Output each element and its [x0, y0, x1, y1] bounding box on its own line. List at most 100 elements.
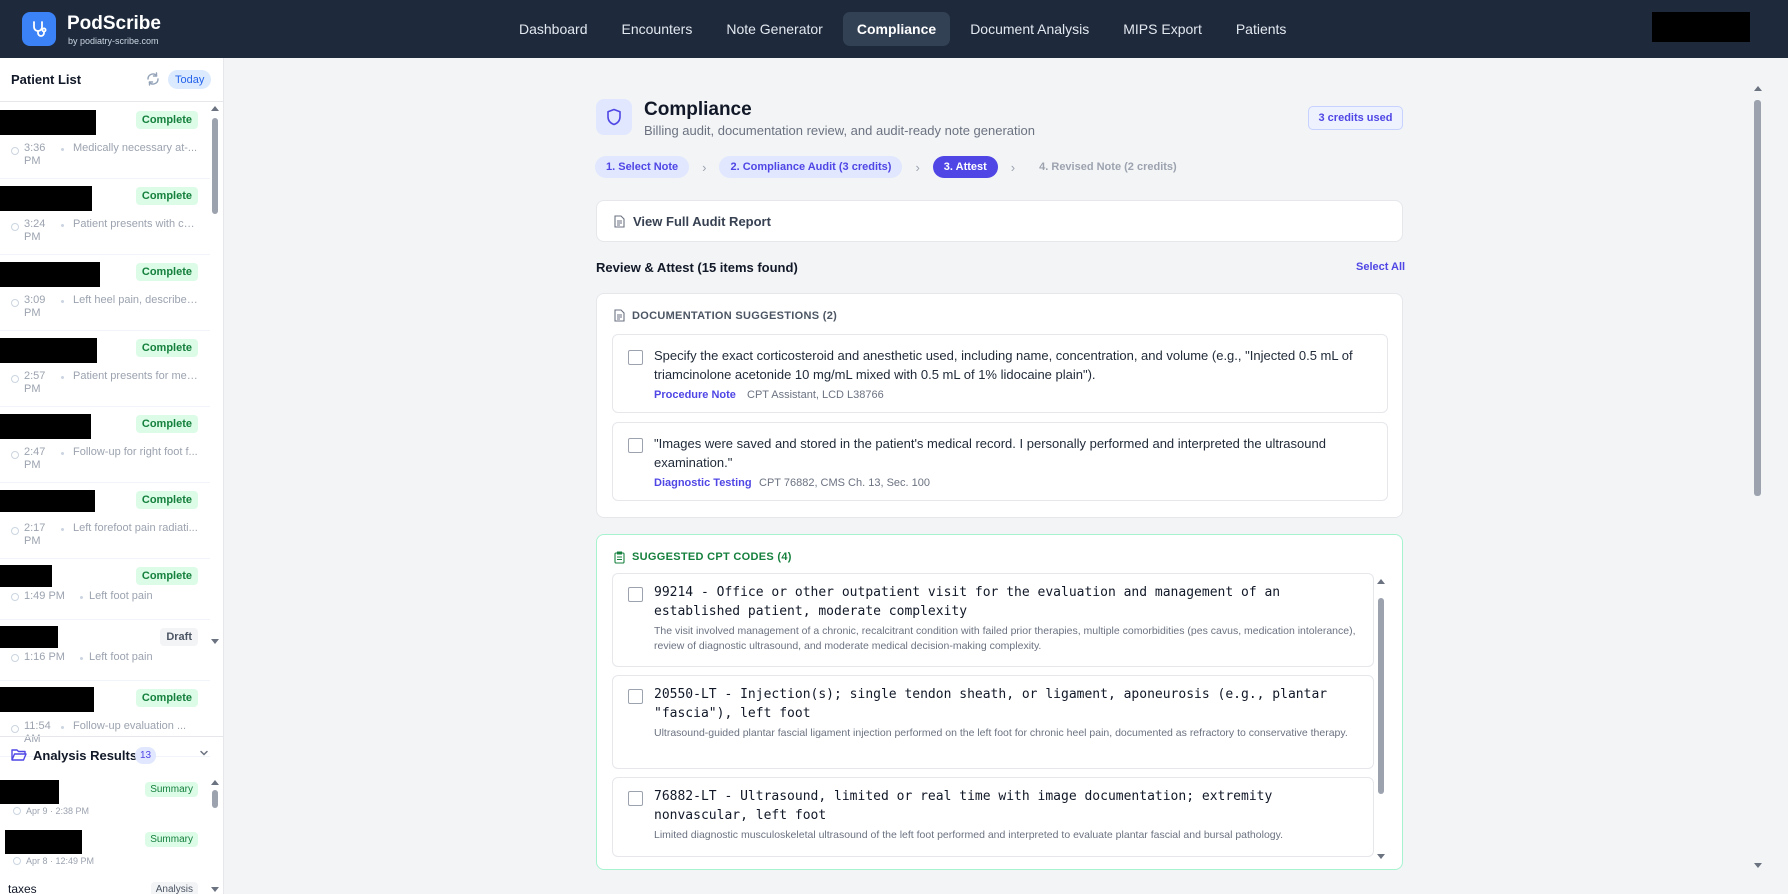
scrollbar-thumb[interactable] — [1754, 100, 1761, 496]
scroll-down-arrow-icon[interactable] — [211, 887, 219, 892]
nav-patients[interactable]: Patients — [1222, 12, 1301, 46]
patient-time: 2:57 PM — [24, 370, 46, 395]
brand-name[interactable]: PodScribe — [67, 13, 161, 35]
result-type-badge: Summary — [145, 832, 198, 847]
patient-summary: Left forefoot pain radiati... — [73, 522, 198, 534]
separator-dot — [61, 376, 64, 379]
suggestion-text: Specify the exact corticosteroid and ane… — [654, 348, 1353, 382]
separator-dot — [61, 148, 64, 151]
credits-used-badge: 3 credits used — [1308, 106, 1403, 130]
suggestion-checkbox[interactable] — [628, 438, 643, 453]
chevron-down-icon[interactable] — [198, 747, 210, 759]
suggestion-checkbox[interactable] — [628, 350, 643, 365]
step-select-note[interactable]: 1. Select Note — [595, 156, 690, 178]
user-menu-redacted[interactable] — [1652, 12, 1750, 42]
cpt-checkbox[interactable] — [628, 689, 643, 704]
cpt-code-title: 99214 - Office or other outpatient visit… — [654, 585, 1281, 619]
result-date: Apr 8 · 12:49 PM — [26, 856, 95, 866]
patient-list: Complete 3:36 PM Medically necessary at-… — [0, 103, 210, 791]
clock-icon — [13, 807, 21, 815]
cpt-checkbox[interactable] — [628, 791, 643, 806]
analysis-results-count: 13 — [135, 747, 157, 764]
patient-list-item[interactable]: Complete 1:49 PM Left foot pain — [0, 559, 210, 620]
step-chevron-icon: › — [1010, 159, 1016, 175]
patient-list-title: Patient List — [11, 72, 82, 87]
status-badge: Draft — [160, 628, 198, 646]
patient-list-item[interactable]: Complete 2:47 PM Follow-up for right foo… — [0, 407, 210, 483]
patient-list-item[interactable]: Complete 3:09 PM Left heel pain, describ… — [0, 255, 210, 331]
scroll-down-arrow-icon[interactable] — [1377, 854, 1385, 859]
document-icon — [614, 215, 625, 228]
patient-list-scrollbar[interactable] — [211, 106, 220, 644]
refresh-icon[interactable] — [145, 71, 161, 87]
patient-list-item[interactable]: Complete 3:24 PM Patient presents with c… — [0, 179, 210, 255]
patient-time: 3:09 PM — [24, 294, 46, 319]
view-audit-report-button[interactable]: View Full Audit Report — [596, 200, 1403, 242]
step-chevron-icon: › — [702, 159, 707, 175]
page-title: Compliance — [644, 99, 752, 120]
stethoscope-logo-icon[interactable] — [22, 12, 56, 46]
clipboard-icon — [614, 551, 625, 564]
step-compliance-audit[interactable]: 2. Compliance Audit (3 credits) — [719, 156, 903, 178]
analysis-result-item[interactable]: Summary Apr 8 · 12:49 PM — [0, 828, 210, 878]
today-filter-pill[interactable]: Today — [168, 70, 212, 89]
main-scrollbar[interactable] — [1752, 86, 1764, 868]
scroll-up-arrow-icon[interactable] — [1754, 86, 1762, 91]
nav-document-analysis[interactable]: Document Analysis — [956, 12, 1103, 46]
patient-name-redacted — [0, 186, 92, 211]
cpt-rationale: Ultrasound-guided plantar fascial ligame… — [654, 727, 1348, 739]
patient-time: 1:49 PM — [24, 590, 65, 602]
analysis-result-item[interactable]: Summary Apr 9 · 2:38 PM — [0, 778, 210, 828]
patient-list-item[interactable]: Complete 3:36 PM Medically necessary at-… — [0, 103, 210, 179]
scroll-up-arrow-icon[interactable] — [211, 780, 219, 785]
status-badge: Complete — [135, 689, 198, 707]
nav-mips-export[interactable]: MIPS Export — [1109, 12, 1216, 46]
clock-icon — [11, 299, 19, 307]
documentation-item: Specify the exact corticosteroid and ane… — [612, 334, 1388, 413]
patient-summary: Follow-up evaluation ... — [73, 720, 187, 732]
patient-summary: Patient presents with con... — [73, 218, 199, 230]
scroll-up-arrow-icon[interactable] — [211, 106, 219, 111]
status-badge: Complete — [135, 567, 198, 585]
select-all-link[interactable]: Select All — [1356, 261, 1405, 273]
document-icon — [614, 309, 625, 322]
cpt-code-title: 20550-LT - Injection(s); single tendon s… — [654, 687, 1328, 721]
nav-dashboard[interactable]: Dashboard — [505, 12, 602, 46]
step-attest[interactable]: 3. Attest — [932, 156, 998, 178]
wizard-steps: 1. Select Note › 2. Compliance Audit (3 … — [595, 156, 1188, 178]
suggestion-category: Diagnostic Testing — [654, 477, 752, 489]
analysis-results-scrollbar[interactable] — [211, 780, 220, 892]
documentation-suggestions-panel: DOCUMENTATION SUGGESTIONS (2) Specify th… — [596, 293, 1403, 518]
scrollbar-thumb[interactable] — [1378, 598, 1384, 794]
nav-encounters[interactable]: Encounters — [608, 12, 707, 46]
main-nav: Dashboard Encounters Note Generator Comp… — [505, 12, 1300, 46]
scroll-up-arrow-icon[interactable] — [1377, 579, 1385, 584]
nav-compliance[interactable]: Compliance — [842, 12, 951, 46]
patient-list-item[interactable]: Complete 2:57 PM Patient presents for me… — [0, 331, 210, 407]
separator-dot — [61, 528, 64, 531]
patient-list-item[interactable]: Draft 1:16 PM Left foot pain — [0, 620, 210, 681]
analysis-results-header[interactable]: Analysis Results 13 — [0, 736, 223, 774]
clock-icon — [11, 725, 19, 733]
clock-icon — [11, 223, 19, 231]
cpt-list-scrollbar[interactable] — [1376, 579, 1386, 859]
nav-note-generator[interactable]: Note Generator — [712, 12, 837, 46]
patient-time: 2:47 PM — [24, 446, 46, 471]
analysis-result-item[interactable]: taxes Analysis — [0, 878, 210, 894]
status-badge: Complete — [135, 339, 198, 357]
patient-time: 3:36 PM — [24, 142, 46, 167]
patient-name-redacted — [0, 490, 95, 512]
scroll-down-arrow-icon[interactable] — [211, 639, 219, 644]
status-badge: Complete — [135, 415, 198, 433]
patient-time: 1:16 PM — [24, 651, 65, 663]
status-badge: Complete — [135, 187, 198, 205]
page-subtitle: Billing audit, documentation review, and… — [644, 123, 1035, 138]
scrollbar-thumb[interactable] — [212, 790, 218, 808]
status-badge: Complete — [135, 263, 198, 281]
scrollbar-thumb[interactable] — [212, 118, 218, 214]
scroll-down-arrow-icon[interactable] — [1754, 863, 1762, 868]
step-revised-note: 4. Revised Note (2 credits) — [1039, 161, 1177, 173]
cpt-checkbox[interactable] — [628, 587, 643, 602]
clock-icon — [11, 654, 19, 662]
patient-list-item[interactable]: Complete 2:17 PM Left forefoot pain radi… — [0, 483, 210, 559]
